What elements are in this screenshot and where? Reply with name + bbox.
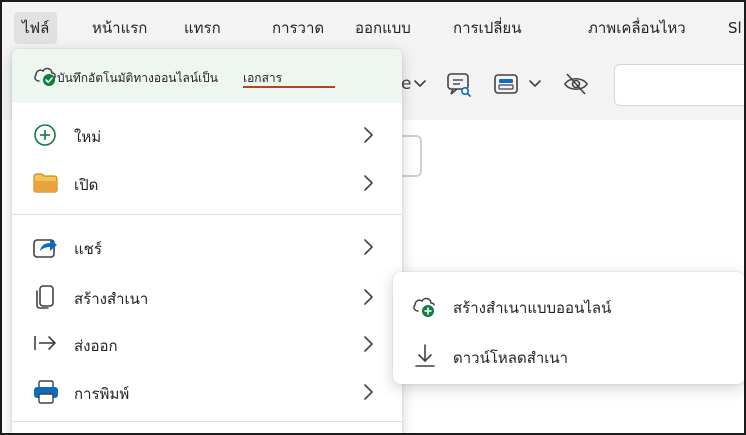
menu-item-label: สร้างสำเนา — [74, 290, 149, 308]
menu-item-new[interactable]: ใหม่ — [12, 112, 402, 158]
search-input[interactable] — [614, 64, 744, 106]
comment-search-icon[interactable] — [445, 70, 473, 98]
menu-item-label: แชร์ — [74, 240, 102, 258]
submenu-item-copy-online[interactable]: สร้างสำเนาแบบออนไลน์ — [393, 282, 744, 328]
menu-item-label: เปิด — [74, 176, 99, 194]
chevron-right-icon — [361, 236, 375, 258]
copy-submenu: สร้างสำเนาแบบออนไลน์ ดาวน์โหลดสำเนา — [393, 272, 744, 384]
menu-item-copy[interactable]: สร้างสำเนา — [12, 274, 402, 320]
menu-divider — [12, 214, 402, 215]
cloud-add-icon — [411, 292, 439, 320]
chevron-right-icon — [361, 333, 375, 355]
folder-icon — [32, 169, 60, 197]
new-plus-icon — [32, 121, 60, 149]
chevron-down-icon[interactable] — [528, 76, 542, 90]
submenu-item-download-copy[interactable]: ดาวน์โหลดสำเนา — [393, 332, 744, 378]
chevron-right-icon — [361, 124, 375, 146]
tab-draw[interactable]: การวาด — [264, 12, 332, 44]
chevron-right-icon — [361, 381, 375, 403]
app-window: ไฟล์ หน้าแรก แทรก การวาด ออกแบบ การเปลี่… — [0, 0, 746, 435]
menu-item-label: ใหม่ — [74, 128, 102, 146]
layout-icon[interactable] — [493, 72, 519, 96]
toolbar-partial-label: e — [401, 74, 412, 94]
tab-home[interactable]: หน้าแรก — [84, 12, 155, 44]
autosave-banner: บันทึกอัตโนมัติทางออนไลน์เป็น เอกสาร — [12, 49, 402, 103]
tab-file[interactable]: ไฟล์ — [14, 12, 58, 44]
copy-icon — [32, 283, 60, 311]
file-menu: บันทึกอัตโนมัติทางออนไลน์เป็น เอกสาร ใหม… — [12, 49, 402, 433]
menu-item-label: ส่งออก — [74, 337, 118, 355]
location-underline — [243, 86, 335, 88]
submenu-item-label: ดาวน์โหลดสำเนา — [453, 349, 569, 367]
download-icon — [411, 342, 439, 370]
tab-insert[interactable]: แทรก — [176, 12, 229, 44]
menu-item-label: การพิมพ์ — [74, 385, 130, 403]
placeholder-frame — [400, 135, 422, 177]
tab-transitions[interactable]: การเปลี่ยน — [445, 12, 529, 44]
chevron-down-icon[interactable] — [413, 76, 427, 90]
autosave-text: บันทึกอัตโนมัติทางออนไลน์เป็น — [57, 71, 218, 85]
printer-icon — [32, 378, 60, 406]
menu-item-share[interactable]: แชร์ — [12, 224, 402, 270]
menu-item-print[interactable]: การพิมพ์ — [12, 369, 402, 415]
menu-item-export[interactable]: ส่งออก — [12, 321, 402, 367]
ribbon-tabs: ไฟล์ หน้าแรก แทรก การวาด ออกแบบ การเปลี่… — [2, 2, 744, 52]
chevron-right-icon — [361, 286, 375, 308]
submenu-item-label: สร้างสำเนาแบบออนไลน์ — [453, 299, 612, 317]
tab-design[interactable]: ออกแบบ — [347, 12, 419, 44]
tab-animations[interactable]: ภาพเคลื่อนไหว — [580, 12, 694, 44]
export-icon — [32, 330, 60, 358]
share-icon — [32, 233, 60, 261]
cloud-check-icon — [32, 63, 58, 91]
hide-eye-icon[interactable] — [562, 70, 590, 98]
menu-divider — [12, 421, 402, 422]
tab-slideshow[interactable]: Sl — [720, 12, 744, 44]
menu-item-open[interactable]: เปิด — [12, 160, 402, 206]
chevron-right-icon — [361, 172, 375, 194]
